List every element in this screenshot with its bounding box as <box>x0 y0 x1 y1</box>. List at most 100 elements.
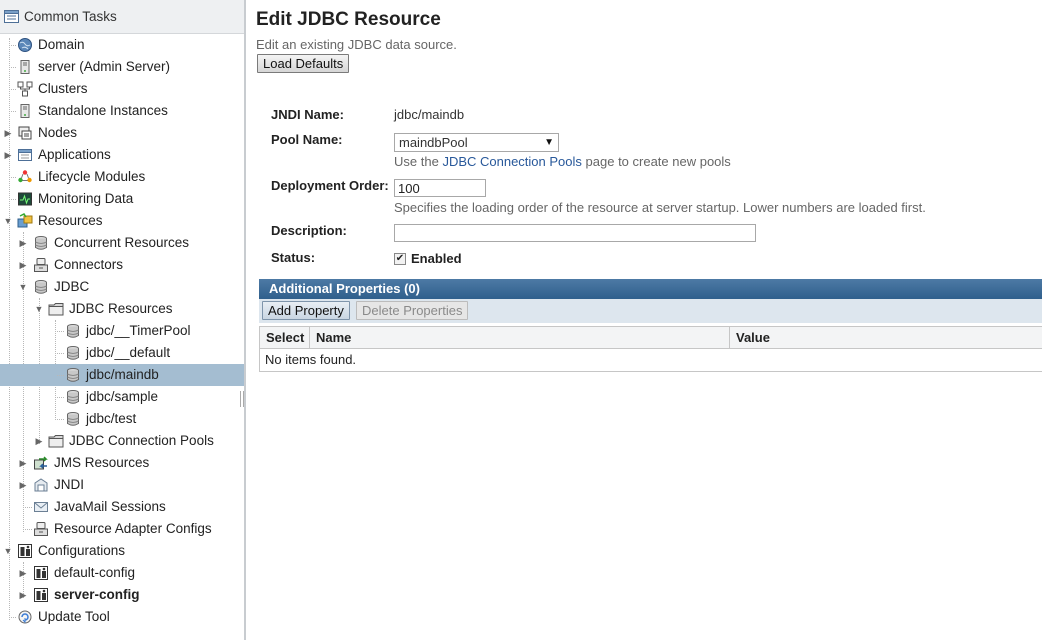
tree-item-default-config[interactable]: ▶ default-config <box>0 562 244 584</box>
properties-table: Select Name Value No items found. <box>259 326 1042 372</box>
tree-item-monitoring-data[interactable]: Monitoring Data <box>0 188 244 210</box>
expand-arrow-icon[interactable]: ▶ <box>18 254 28 276</box>
pool-name-label: Pool Name: <box>271 132 343 147</box>
tree-item-jdbc-default[interactable]: jdbc/__default <box>0 342 244 364</box>
tree-guide-line <box>25 529 32 530</box>
tree-item-server-config[interactable]: ▶ server-config <box>0 584 244 606</box>
database-icon <box>67 390 79 404</box>
status-enabled-label: Enabled <box>411 251 462 266</box>
collapse-arrow-icon[interactable]: ▼ <box>3 210 13 232</box>
tree-item-resources[interactable]: ▼ Resources <box>0 210 244 232</box>
expand-arrow-icon[interactable]: ▶ <box>18 562 28 584</box>
status-label: Status: <box>271 250 316 265</box>
tree-item-label: jdbc/test <box>86 411 137 426</box>
tree-item-configurations[interactable]: ▼ Configurations <box>0 540 244 562</box>
tree-item-jdbc[interactable]: ▼ JDBC <box>0 276 244 298</box>
checkmark-icon: ✔ <box>395 253 405 264</box>
description-label: Description: <box>271 223 347 238</box>
tree-item-label: Resource Adapter Configs <box>54 521 212 536</box>
lifecycle-icon <box>18 170 32 183</box>
tree-item-update-tool[interactable]: Update Tool <box>0 606 244 628</box>
panel-splitter-handle[interactable] <box>240 391 244 407</box>
tree-item-label: Nodes <box>38 125 78 140</box>
tree-item-label: JNDI <box>54 477 84 492</box>
tree-item-label: Clusters <box>38 81 88 96</box>
tree-item-label: Resources <box>38 213 103 228</box>
additional-properties-header: Additional Properties (0) <box>259 279 1042 299</box>
tree-item-label: jdbc/__default <box>86 345 171 360</box>
tree-item-jdbc-maindb[interactable]: jdbc/maindb <box>0 364 244 386</box>
globe-icon <box>18 38 32 52</box>
pool-help-suffix: page to create new pools <box>585 154 731 169</box>
description-input[interactable] <box>394 224 756 242</box>
column-header-value[interactable]: Value <box>730 327 1042 348</box>
tree-item-label: JDBC Resources <box>69 301 173 316</box>
tree-item-server-admin-server[interactable]: server (Admin Server) <box>0 56 244 78</box>
tree-item-label: server (Admin Server) <box>38 59 171 74</box>
tree-guide-line <box>9 45 16 46</box>
tree-item-jndi[interactable]: ▶ JNDI <box>0 474 244 496</box>
common-tasks-header[interactable]: Common Tasks <box>0 0 244 34</box>
collapse-arrow-icon[interactable]: ▼ <box>3 540 13 562</box>
tree-guide-line <box>9 177 16 178</box>
page-description: Edit an existing JDBC data source. <box>256 37 457 52</box>
deployment-order-help: Specifies the loading order of the resou… <box>394 200 926 215</box>
jndi-name-label: JNDI Name: <box>271 107 344 122</box>
expand-arrow-icon[interactable]: ▶ <box>18 232 28 254</box>
expand-arrow-icon[interactable]: ▶ <box>18 584 28 606</box>
collapse-arrow-icon[interactable]: ▼ <box>18 276 28 298</box>
jms-icon <box>34 456 48 470</box>
tree-item-domain[interactable]: Domain <box>0 34 244 56</box>
collapse-arrow-icon[interactable]: ▼ <box>34 298 44 320</box>
tree-item-jms-resources[interactable]: ▶ JMS Resources <box>0 452 244 474</box>
expand-arrow-icon[interactable]: ▶ <box>18 474 28 496</box>
tree-item-connectors[interactable]: ▶ Connectors <box>0 254 244 276</box>
jdbc-connection-pools-link[interactable]: JDBC Connection Pools <box>442 154 581 169</box>
tree-item-applications[interactable]: ▶ Applications <box>0 144 244 166</box>
tree-item-lifecycle-modules[interactable]: Lifecycle Modules <box>0 166 244 188</box>
tree-item-nodes[interactable]: ▶ Nodes <box>0 122 244 144</box>
tree-guide-line <box>57 331 64 332</box>
tree-item-clusters[interactable]: Clusters <box>0 78 244 100</box>
add-property-button[interactable]: Add Property <box>262 301 350 320</box>
expand-arrow-icon[interactable]: ▶ <box>3 122 13 144</box>
properties-toolbar: Add Property Delete Properties <box>259 299 1042 323</box>
tree-item-jdbc-resources[interactable]: ▼ JDBC Resources <box>0 298 244 320</box>
tree-item-label: jdbc/sample <box>86 389 159 404</box>
tree-item-jdbc-sample[interactable]: jdbc/sample <box>0 386 244 408</box>
tree-item-jdbc-timerpool[interactable]: jdbc/__TimerPool <box>0 320 244 342</box>
tree-item-label: JDBC Connection Pools <box>69 433 214 448</box>
column-header-select[interactable]: Select <box>260 327 310 348</box>
connector-icon <box>34 258 48 272</box>
tree-guide-line <box>9 89 16 90</box>
pool-name-select[interactable]: maindbPool ▼ <box>394 133 559 152</box>
tree-item-label: Lifecycle Modules <box>38 169 146 184</box>
tree-item-standalone-instances[interactable]: Standalone Instances <box>0 100 244 122</box>
tree-guide-line <box>9 199 16 200</box>
database-icon <box>67 412 79 426</box>
folder-icon <box>48 303 64 316</box>
expand-arrow-icon[interactable]: ▶ <box>3 144 13 166</box>
tree-guide-line <box>9 617 16 618</box>
clusters-icon <box>17 81 33 97</box>
tree-item-jdbc-connection-pools[interactable]: ▶ JDBC Connection Pools <box>0 430 244 452</box>
tree-item-concurrent-resources[interactable]: ▶ Concurrent Resources <box>0 232 244 254</box>
tree-item-label: default-config <box>54 565 136 580</box>
column-header-name[interactable]: Name <box>310 327 730 348</box>
expand-arrow-icon[interactable]: ▶ <box>34 430 44 452</box>
database-icon <box>67 324 79 338</box>
mail-icon <box>34 502 48 512</box>
delete-properties-button[interactable]: Delete Properties <box>356 301 469 320</box>
status-enabled-checkbox[interactable]: ✔ <box>394 253 406 265</box>
load-defaults-button[interactable]: Load Defaults <box>257 54 350 73</box>
expand-arrow-icon[interactable]: ▶ <box>18 452 28 474</box>
config-icon <box>34 588 48 602</box>
connector-icon <box>34 522 48 536</box>
deployment-order-input[interactable] <box>394 179 486 197</box>
jndi-name-value: jdbc/maindb <box>394 107 465 122</box>
tree-item-jdbc-test[interactable]: jdbc/test <box>0 408 244 430</box>
config-icon <box>18 544 32 558</box>
tree-item-javamail-sessions[interactable]: JavaMail Sessions <box>0 496 244 518</box>
database-icon <box>35 280 47 294</box>
tree-item-resource-adapter-configs[interactable]: Resource Adapter Configs <box>0 518 244 540</box>
